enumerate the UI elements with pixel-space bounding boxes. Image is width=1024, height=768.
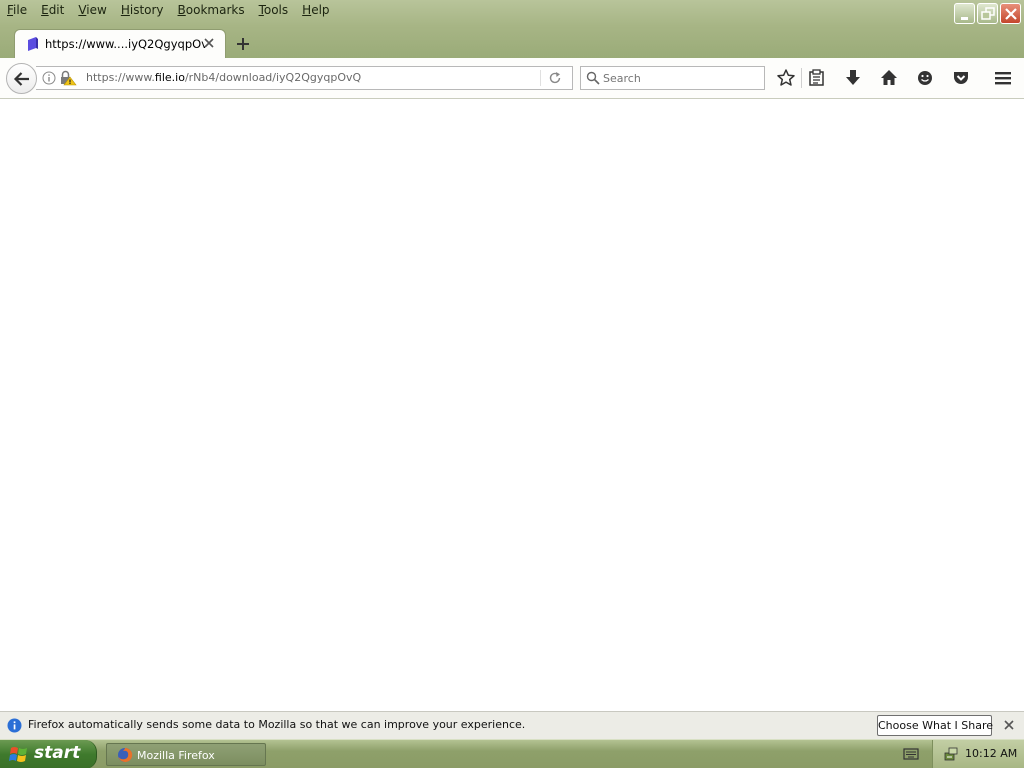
data-sharing-notification-bar: Firefox automatically sends some data to… bbox=[0, 711, 1024, 739]
pocket-icon[interactable] bbox=[951, 68, 971, 88]
back-button[interactable] bbox=[6, 63, 37, 94]
tab-title: https://www....iyQ2QgyqpOvQ bbox=[45, 37, 205, 51]
taskbar-item-firefox[interactable]: Mozilla Firefox bbox=[106, 743, 266, 766]
restore-button[interactable] bbox=[977, 3, 998, 24]
minimize-button[interactable] bbox=[954, 3, 975, 24]
notification-close-icon[interactable] bbox=[1003, 719, 1015, 731]
menu-view[interactable]: View bbox=[71, 0, 113, 22]
smiley-feedback-icon[interactable] bbox=[915, 68, 935, 88]
menu-bookmarks[interactable]: Bookmarks bbox=[171, 0, 252, 22]
page-content bbox=[0, 99, 1024, 711]
menu-tools[interactable]: Tools bbox=[252, 0, 296, 22]
search-bar[interactable] bbox=[580, 66, 765, 90]
menu-help[interactable]: Help bbox=[295, 0, 336, 22]
search-input[interactable] bbox=[603, 70, 761, 86]
menu-history[interactable]: History bbox=[114, 0, 171, 22]
back-arrow-icon bbox=[13, 72, 29, 86]
minimize-icon bbox=[961, 17, 968, 20]
search-icon bbox=[586, 71, 600, 85]
url-separator bbox=[540, 70, 541, 86]
home-icon[interactable] bbox=[879, 68, 899, 88]
reading-list-icon[interactable] bbox=[807, 68, 827, 88]
url-bar[interactable]: https://www.file.io/rNb4/download/iyQ2Qg… bbox=[36, 66, 573, 90]
info-icon bbox=[7, 718, 22, 733]
close-icon bbox=[1005, 8, 1017, 20]
menu-file[interactable]: File bbox=[0, 0, 34, 22]
url-text: https://www.file.io/rNb4/download/iyQ2Qg… bbox=[86, 71, 362, 84]
close-window-button[interactable] bbox=[1000, 3, 1021, 24]
menu-edit[interactable]: Edit bbox=[34, 0, 71, 22]
windows-logo-icon bbox=[9, 747, 27, 762]
start-button[interactable]: start bbox=[0, 740, 97, 768]
network-tray-icon[interactable] bbox=[943, 746, 959, 762]
notification-message: Firefox automatically sends some data to… bbox=[28, 718, 526, 731]
taskbar-item-label: Mozilla Firefox bbox=[137, 749, 215, 762]
firefox-icon bbox=[118, 747, 133, 762]
insecure-lock-icon[interactable] bbox=[59, 70, 77, 86]
toolbar-separator bbox=[801, 68, 802, 88]
new-tab-icon[interactable] bbox=[236, 37, 250, 51]
taskbar: start Mozilla Firefox 10:12 AM bbox=[0, 739, 1024, 768]
download-icon[interactable] bbox=[843, 68, 863, 88]
keyboard-icon[interactable] bbox=[903, 747, 919, 761]
bookmark-star-icon[interactable] bbox=[776, 68, 796, 88]
window-titlebar: File Edit View History Bookmarks Tools H… bbox=[0, 0, 1024, 58]
info-icon[interactable] bbox=[42, 71, 56, 85]
reload-icon[interactable] bbox=[548, 71, 562, 85]
restore-icon bbox=[981, 7, 995, 20]
clock: 10:12 AM bbox=[965, 747, 1018, 760]
site-favicon-icon bbox=[28, 37, 38, 51]
tab-file-io[interactable]: https://www....iyQ2QgyqpOvQ bbox=[14, 29, 226, 58]
navigation-toolbar: https://www.file.io/rNb4/download/iyQ2Qg… bbox=[0, 58, 1024, 99]
hamburger-menu-icon[interactable] bbox=[993, 68, 1013, 88]
choose-what-i-share-button[interactable]: Choose What I Share bbox=[877, 715, 993, 736]
start-label: start bbox=[34, 743, 81, 763]
tab-close-icon[interactable] bbox=[203, 37, 215, 49]
system-tray: 10:12 AM bbox=[932, 740, 1024, 768]
menubar: File Edit View History Bookmarks Tools H… bbox=[0, 0, 337, 22]
